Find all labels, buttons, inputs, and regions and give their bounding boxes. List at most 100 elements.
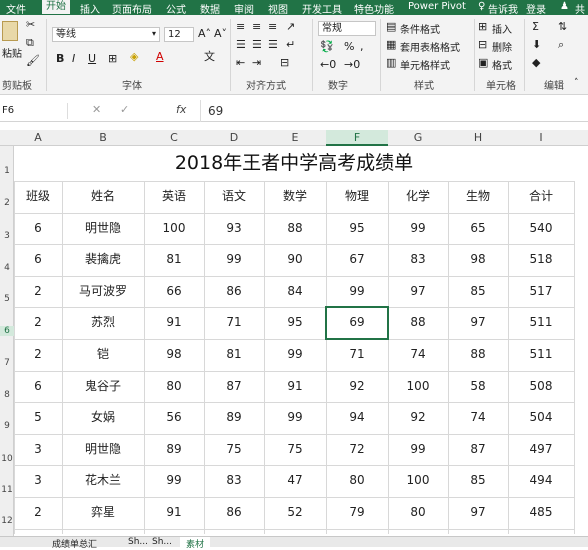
tab-special[interactable]: 特色功能 bbox=[354, 1, 394, 16]
cancel-icon[interactable]: ✕ bbox=[92, 103, 101, 116]
table-cell[interactable]: 508 bbox=[508, 371, 574, 402]
font-name-select[interactable]: 等线 bbox=[52, 27, 160, 42]
table-cell[interactable]: 494 bbox=[508, 465, 574, 496]
align-left-icon[interactable]: ☰ bbox=[236, 39, 246, 51]
row-header[interactable]: 12 bbox=[0, 516, 14, 526]
table-cell[interactable]: 83 bbox=[388, 244, 448, 275]
table-cell[interactable]: 99 bbox=[264, 402, 326, 433]
header-cell-biology[interactable]: 生物 bbox=[448, 181, 508, 212]
cut-icon[interactable]: ✂ bbox=[26, 19, 35, 31]
tab-data[interactable]: 数据 bbox=[200, 1, 220, 16]
table-cell[interactable]: 95 bbox=[264, 307, 326, 338]
table-cell[interactable]: 80 bbox=[388, 497, 448, 528]
column-header[interactable]: D bbox=[204, 130, 264, 146]
column-header[interactable]: I bbox=[508, 130, 574, 146]
row-header[interactable]: 7 bbox=[0, 358, 14, 368]
sort-filter-icon[interactable]: ⇅ bbox=[558, 21, 567, 33]
table-cell[interactable]: 56 bbox=[144, 402, 204, 433]
tab-view[interactable]: 视图 bbox=[268, 1, 288, 16]
table-cell[interactable]: 99 bbox=[326, 276, 388, 307]
table-cell[interactable]: 88 bbox=[448, 339, 508, 370]
tell-me-box[interactable]: 告诉我 bbox=[488, 1, 518, 16]
table-cell[interactable]: 47 bbox=[264, 465, 326, 496]
table-cell[interactable]: 511 bbox=[508, 307, 574, 338]
table-cell[interactable]: 6 bbox=[14, 213, 62, 244]
phonetic-icon[interactable]: 文 bbox=[204, 51, 215, 63]
table-cell[interactable]: 66 bbox=[144, 276, 204, 307]
table-cell[interactable]: 91 bbox=[144, 497, 204, 528]
table-format-button[interactable]: 套用表格格式 bbox=[400, 39, 460, 54]
sheet-tab[interactable]: Sh... bbox=[152, 537, 172, 547]
wrap-text-icon[interactable]: ↵ bbox=[286, 39, 295, 51]
row-header[interactable]: 8 bbox=[0, 390, 14, 400]
enter-icon[interactable]: ✓ bbox=[120, 103, 129, 116]
cell-style-button[interactable]: 单元格样式 bbox=[400, 57, 450, 72]
format-painter-icon[interactable]: 🖌 bbox=[26, 55, 40, 67]
table-cell[interactable]: 99 bbox=[144, 465, 204, 496]
table-cell[interactable]: 72 bbox=[326, 434, 388, 465]
table-cell[interactable]: 81 bbox=[204, 339, 264, 370]
increase-indent-icon[interactable]: ⇥ bbox=[252, 57, 261, 69]
tab-page-layout[interactable]: 页面布局 bbox=[112, 1, 152, 16]
tab-developer[interactable]: 开发工具 bbox=[302, 1, 342, 16]
table-cell[interactable]: 540 bbox=[508, 213, 574, 244]
table-cell[interactable]: 6 bbox=[14, 244, 62, 275]
copy-icon[interactable]: ⧉ bbox=[26, 37, 34, 49]
column-header[interactable]: B bbox=[62, 130, 144, 146]
tab-power-pivot[interactable]: Power Pivot bbox=[408, 1, 466, 12]
orientation-icon[interactable]: ↗ bbox=[286, 21, 295, 33]
grow-font-icon[interactable]: A˄ bbox=[198, 28, 211, 40]
table-cell[interactable]: 91 bbox=[144, 307, 204, 338]
table-cell[interactable]: 3 bbox=[14, 465, 62, 496]
table-cell[interactable]: 80 bbox=[326, 465, 388, 496]
select-all-corner[interactable] bbox=[0, 130, 14, 146]
table-cell[interactable]: 98 bbox=[144, 339, 204, 370]
font-color-icon[interactable]: A bbox=[156, 51, 164, 63]
row-header[interactable]: 1 bbox=[0, 166, 14, 176]
italic-icon[interactable]: I bbox=[72, 53, 75, 65]
table-cell[interactable]: 6 bbox=[14, 371, 62, 402]
table-cell[interactable]: 88 bbox=[264, 213, 326, 244]
insert-cells-icon[interactable]: ⊞ bbox=[478, 21, 487, 33]
number-format-select[interactable]: 常规 bbox=[318, 21, 376, 36]
table-cell[interactable]: 弈星 bbox=[62, 497, 144, 528]
fill-icon[interactable]: ⬇ bbox=[532, 39, 541, 51]
table-cell[interactable]: 85 bbox=[448, 276, 508, 307]
clear-icon[interactable]: ◆ bbox=[532, 57, 540, 69]
table-cell[interactable]: 2 bbox=[14, 497, 62, 528]
header-cell-total[interactable]: 合计 bbox=[508, 181, 574, 212]
fill-color-icon[interactable]: ◈ bbox=[130, 51, 138, 63]
font-size-select[interactable]: 12 bbox=[164, 27, 194, 42]
table-cell[interactable]: 2 bbox=[14, 339, 62, 370]
table-cell[interactable]: 79 bbox=[326, 497, 388, 528]
column-header[interactable]: H bbox=[448, 130, 508, 146]
cell-style-icon[interactable]: ▥ bbox=[386, 57, 396, 69]
align-center-icon[interactable]: ☰ bbox=[252, 39, 262, 51]
table-cell[interactable]: 99 bbox=[264, 339, 326, 370]
decrease-indent-icon[interactable]: ⇤ bbox=[236, 57, 245, 69]
table-cell[interactable]: 97 bbox=[448, 307, 508, 338]
table-cell[interactable]: 裴擒虎 bbox=[62, 244, 144, 275]
table-cell[interactable]: 女娲 bbox=[62, 402, 144, 433]
comma-icon[interactable]: , bbox=[360, 41, 364, 53]
row-header[interactable]: 4 bbox=[0, 263, 14, 273]
table-cell[interactable]: 511 bbox=[508, 339, 574, 370]
table-cell[interactable]: 87 bbox=[448, 434, 508, 465]
header-cell-english[interactable]: 英语 bbox=[144, 181, 204, 212]
table-cell[interactable]: 89 bbox=[144, 434, 204, 465]
share-label[interactable]: 共 bbox=[575, 1, 585, 16]
table-cell[interactable]: 84 bbox=[264, 276, 326, 307]
table-cell[interactable]: 93 bbox=[204, 213, 264, 244]
table-cell[interactable]: 98 bbox=[448, 244, 508, 275]
sheet-tab[interactable]: Sh... bbox=[128, 537, 148, 547]
tab-home[interactable]: 开始 bbox=[42, 0, 70, 14]
table-cell[interactable]: 明世隐 bbox=[62, 213, 144, 244]
table-cell[interactable]: 75 bbox=[264, 434, 326, 465]
column-header-selected[interactable]: F bbox=[326, 130, 388, 146]
table-cell[interactable]: 97 bbox=[448, 497, 508, 528]
format-cells-button[interactable]: 格式 bbox=[492, 57, 512, 72]
header-cell-class[interactable]: 班级 bbox=[14, 181, 62, 212]
table-cell[interactable]: 鬼谷子 bbox=[62, 371, 144, 402]
align-bottom-icon[interactable]: ≡ bbox=[268, 21, 277, 33]
table-cell[interactable]: 3 bbox=[14, 434, 62, 465]
